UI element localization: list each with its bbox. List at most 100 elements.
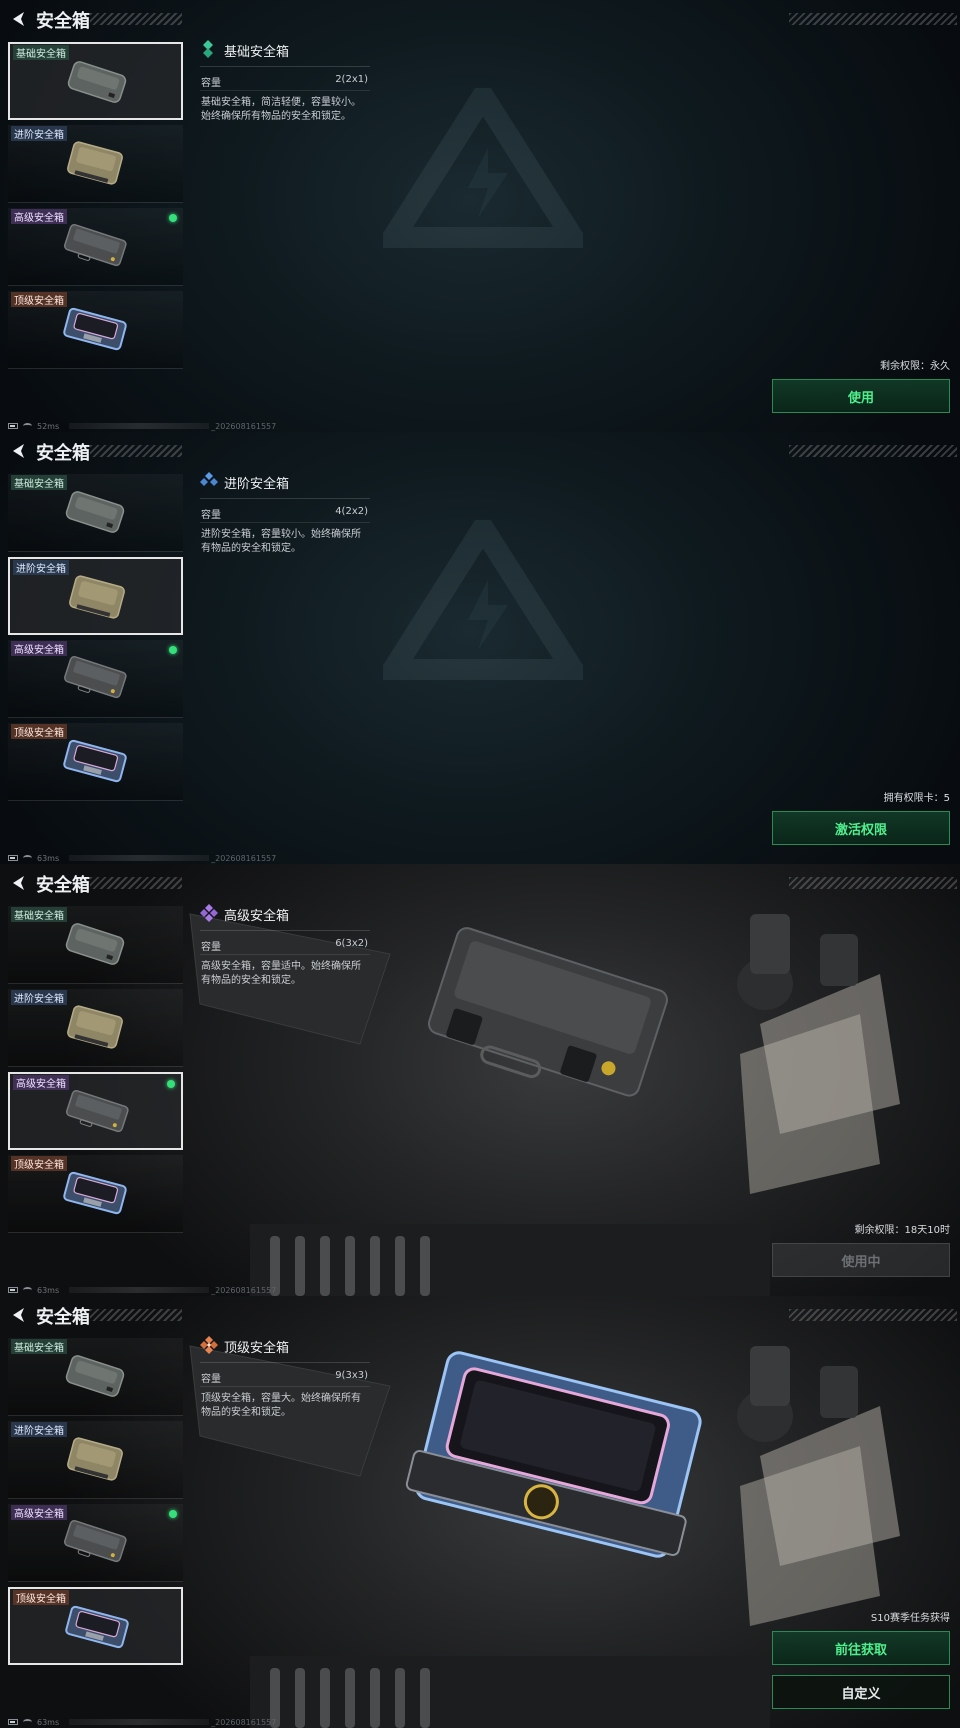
divider [200, 930, 370, 931]
build-id: _202608161557 [211, 421, 277, 431]
safebox-item-label: 进阶安全箱 [11, 990, 67, 1005]
safebox-item-label: 顶级安全箱 [11, 724, 67, 739]
superior-safebox-thumbnail-icon [64, 1520, 127, 1563]
divider [200, 954, 370, 955]
back-arrow-icon[interactable] [9, 441, 29, 461]
safebox-item-top[interactable]: 顶级安全箱 [8, 1587, 183, 1665]
safebox-screen-superior: 安全箱 基础安全箱 进阶安全箱 高级安全箱 顶级安全箱 高级安全箱 容量 6(3… [0, 864, 960, 1296]
capacity-value: 6(3x2) [335, 938, 368, 949]
safebox-item-top[interactable]: 顶级安全箱 [8, 1155, 183, 1233]
go-obtain-button[interactable]: 前往获取 [772, 1631, 950, 1665]
capacity-value: 9(3x3) [335, 1370, 368, 1381]
safebox-item-label: 基础安全箱 [11, 907, 67, 922]
brand-watermark-icon [383, 88, 583, 248]
brand-watermark-icon [383, 520, 583, 680]
activate-permission-button[interactable]: 激活权限 [772, 811, 950, 845]
superior-safebox-thumbnail-icon [66, 1090, 129, 1133]
safebox-item-label: 进阶安全箱 [11, 126, 67, 141]
advanced-safebox-thumbnail-icon [67, 1437, 123, 1481]
ping-value: 52ms [37, 421, 60, 431]
permission-status: 剩余权限：永久 [880, 361, 950, 372]
status-footer: 52ms _202608161557 [8, 420, 276, 432]
battery-icon [8, 1287, 18, 1293]
capacity-label: 容量 [201, 942, 221, 953]
safebox-name: 基础安全箱 [224, 45, 290, 60]
basic-safebox-thumbnail-icon [65, 1355, 125, 1397]
safebox-item-basic[interactable]: 基础安全箱 [8, 906, 183, 984]
safebox-name: 进阶安全箱 [224, 477, 290, 492]
wifi-icon [23, 1719, 32, 1725]
capacity-label: 容量 [201, 1374, 221, 1385]
safebox-item-superior[interactable]: 高级安全箱 [8, 1504, 183, 1582]
divider [200, 1386, 370, 1387]
safebox-item-label: 进阶安全箱 [13, 560, 69, 575]
header-hatch-decoration [789, 877, 957, 889]
equipped-indicator [167, 1080, 175, 1088]
safebox-item-label: 顶级安全箱 [11, 1156, 67, 1171]
safebox-list: 基础安全箱 进阶安全箱 高级安全箱 顶级安全箱 [8, 1338, 183, 1670]
ping-value: 63ms [37, 853, 60, 863]
safebox-item-basic[interactable]: 基础安全箱 [8, 42, 183, 120]
safebox-item-label: 基础安全箱 [11, 1339, 67, 1354]
safebox-description: 高级安全箱，容量适中。始终确保所有物品的安全和锁定。 [201, 961, 361, 986]
safebox-item-superior[interactable]: 高级安全箱 [8, 1072, 183, 1150]
safebox-item-label: 顶级安全箱 [11, 292, 67, 307]
safebox-item-superior[interactable]: 高级安全箱 [8, 208, 183, 286]
basic-safebox-thumbnail-icon [65, 491, 125, 533]
build-id: _202608161557 [211, 853, 277, 863]
safebox-item-top[interactable]: 顶级安全箱 [8, 723, 183, 801]
use-button[interactable]: 使用 [772, 379, 950, 413]
safebox-item-advanced[interactable]: 进阶安全箱 [8, 557, 183, 635]
green-diamond-icon [203, 40, 213, 58]
header: 安全箱 [0, 432, 960, 470]
ping-value: 63ms [37, 1285, 60, 1295]
safebox-item-basic[interactable]: 基础安全箱 [8, 1338, 183, 1416]
safebox-item-advanced[interactable]: 进阶安全箱 [8, 125, 183, 203]
purple-diamond-icon [200, 904, 218, 922]
top-safebox-thumbnail-icon [63, 307, 127, 351]
status-footer: 63ms _202608161557 [8, 1716, 276, 1728]
ping-value: 63ms [37, 1717, 60, 1727]
back-arrow-icon[interactable] [9, 1305, 29, 1325]
safebox-item-label: 顶级安全箱 [13, 1590, 69, 1605]
safebox-item-advanced[interactable]: 进阶安全箱 [8, 1421, 183, 1499]
basic-safebox-thumbnail-icon [67, 61, 127, 103]
permission-status: 剩余权限：18天10时 [854, 1225, 950, 1236]
back-arrow-icon[interactable] [9, 9, 29, 29]
safebox-item-label: 基础安全箱 [11, 475, 67, 490]
divider [200, 1362, 370, 1363]
back-arrow-icon[interactable] [9, 873, 29, 893]
customize-button[interactable]: 自定义 [772, 1675, 950, 1709]
page-title: 安全箱 [36, 11, 90, 31]
safebox-description: 顶级安全箱，容量大。始终确保所有物品的安全和锁定。 [201, 1393, 361, 1418]
capacity-value: 2(2x1) [335, 74, 368, 85]
blurred-player-id [69, 1287, 210, 1293]
divider [200, 522, 370, 523]
advanced-safebox-thumbnail-icon [67, 1005, 123, 1049]
safebox-item-superior[interactable]: 高级安全箱 [8, 640, 183, 718]
safebox-screen-basic: 安全箱 基础安全箱 进阶安全箱 高级安全箱 顶级安全箱 基础安全箱 容量 2(2… [0, 0, 960, 432]
safebox-item-advanced[interactable]: 进阶安全箱 [8, 989, 183, 1067]
safebox-item-top[interactable]: 顶级安全箱 [8, 291, 183, 369]
blurred-player-id [69, 1719, 210, 1725]
capacity-value: 4(2x2) [335, 506, 368, 517]
header-hatch-decoration [789, 13, 957, 25]
header-hatch-decoration [789, 445, 957, 457]
basic-safebox-thumbnail-icon [65, 923, 125, 965]
top-safebox-thumbnail-icon [63, 739, 127, 783]
superior-safebox-thumbnail-icon [64, 656, 127, 699]
divider [200, 90, 370, 91]
equipped-indicator [169, 214, 177, 222]
build-id: _202608161557 [211, 1285, 277, 1295]
safebox-description: 进阶安全箱，容量较小。始终确保所有物品的安全和锁定。 [201, 529, 361, 554]
safebox-name: 高级安全箱 [224, 909, 290, 924]
header: 安全箱 [0, 864, 960, 902]
safebox-item-basic[interactable]: 基础安全箱 [8, 474, 183, 552]
safebox-list: 基础安全箱 进阶安全箱 高级安全箱 顶级安全箱 [8, 474, 183, 806]
safebox-item-label: 进阶安全箱 [11, 1422, 67, 1437]
header-hatch-decoration [90, 13, 182, 25]
equipped-indicator [169, 1510, 177, 1518]
status-footer: 63ms _202608161557 [8, 1284, 276, 1296]
status-footer: 63ms _202608161557 [8, 852, 276, 864]
orange-diamond-icon [200, 1336, 218, 1354]
